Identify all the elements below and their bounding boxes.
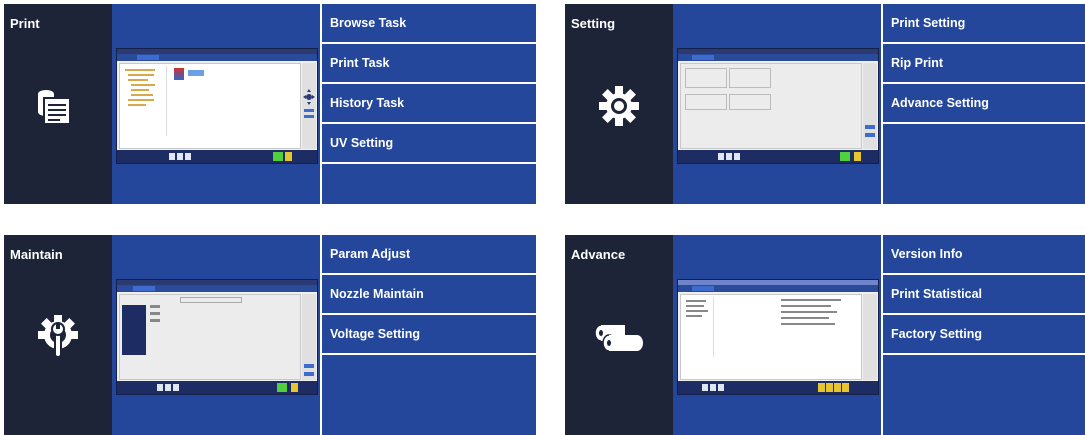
maintain-preview <box>112 235 320 435</box>
menu-empty-slot <box>322 355 536 435</box>
menu-empty-slot <box>322 164 536 204</box>
category-title: Advance <box>571 247 626 262</box>
preview-window <box>677 48 879 164</box>
gear-icon <box>589 76 649 136</box>
factory-setting-button[interactable]: Factory Setting <box>883 315 1085 353</box>
category-print[interactable]: Print <box>4 4 112 204</box>
category-title: Print <box>10 16 40 31</box>
print-panel: Print Browse Task Print Task History Tas… <box>4 4 536 204</box>
print-statistical-button[interactable]: Print Statistical <box>883 275 1085 313</box>
rolls-icon <box>589 307 649 367</box>
advance-setting-button[interactable]: Advance Setting <box>883 84 1085 122</box>
print-setting-button[interactable]: Print Setting <box>883 4 1085 42</box>
browse-task-button[interactable]: Browse Task <box>322 4 536 42</box>
param-adjust-button[interactable]: Param Adjust <box>322 235 536 273</box>
advance-panel: Advance Version Info Print Statistical F… <box>565 235 1085 435</box>
preview-window <box>116 279 318 395</box>
nozzle-maintain-button[interactable]: Nozzle Maintain <box>322 275 536 313</box>
uv-setting-button[interactable]: UV Setting <box>322 124 536 162</box>
print-task-button[interactable]: Print Task <box>322 44 536 82</box>
menu-empty-slot <box>883 355 1085 435</box>
category-advance[interactable]: Advance <box>565 235 673 435</box>
maintain-menu: Param Adjust Nozzle Maintain Voltage Set… <box>322 235 536 435</box>
setting-menu: Print Setting Rip Print Advance Setting <box>883 4 1085 204</box>
print-menu: Browse Task Print Task History Task UV S… <box>322 4 536 204</box>
rip-print-button[interactable]: Rip Print <box>883 44 1085 82</box>
category-maintain[interactable]: Maintain <box>4 235 112 435</box>
version-info-button[interactable]: Version Info <box>883 235 1085 273</box>
printer-icon <box>28 76 88 136</box>
category-setting[interactable]: Setting <box>565 4 673 204</box>
advance-menu: Version Info Print Statistical Factory S… <box>883 235 1085 435</box>
category-title: Maintain <box>10 247 63 262</box>
menu-empty-slot <box>883 124 1085 204</box>
print-preview <box>112 4 320 204</box>
category-title: Setting <box>571 16 616 31</box>
wrench-gear-icon <box>28 307 88 367</box>
preview-window <box>116 48 318 164</box>
setting-preview <box>673 4 881 204</box>
history-task-button[interactable]: History Task <box>322 84 536 122</box>
preview-window <box>677 279 879 395</box>
advance-preview <box>673 235 881 435</box>
voltage-setting-button[interactable]: Voltage Setting <box>322 315 536 353</box>
maintain-panel: Maintain Param Adjust Nozzle Maintain Vo… <box>4 235 536 435</box>
setting-panel: Setting Print Setting Rip Print Advance … <box>565 4 1085 204</box>
